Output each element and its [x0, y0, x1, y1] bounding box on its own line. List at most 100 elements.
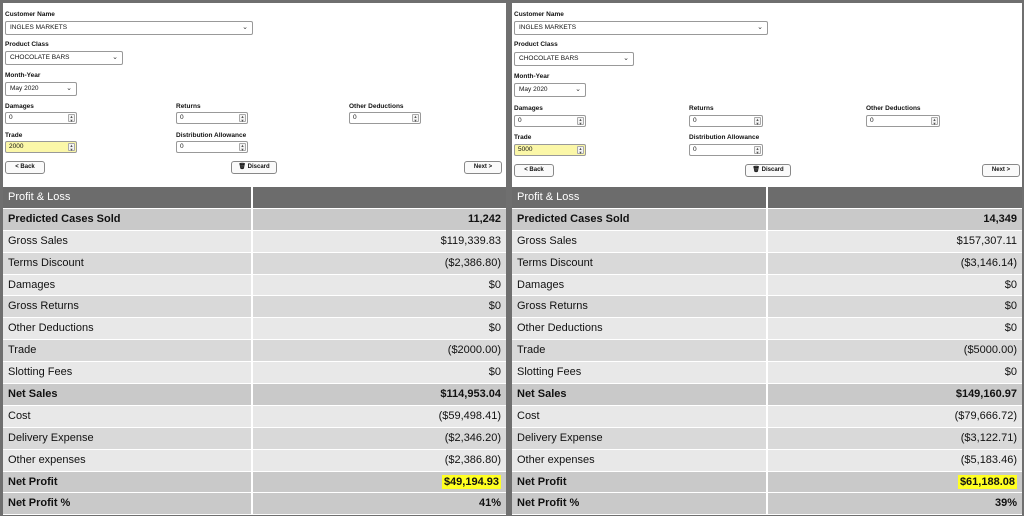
back-button[interactable]: < Back [5, 161, 45, 174]
product-class-label: Product Class [514, 41, 558, 48]
table-header-blank [253, 187, 506, 208]
back-button[interactable]: < Back [514, 164, 554, 177]
table-row: Slotting Fees $0 [3, 362, 506, 385]
product-class-value: CHOCOLATE BARS [10, 54, 70, 61]
distribution-allowance-input[interactable]: 0 ▲ ▼ [689, 144, 763, 156]
row-label: Predicted Cases Sold [512, 208, 768, 230]
row-label: Gross Sales [512, 230, 768, 252]
distribution-allowance-label: Distribution Allowance [176, 132, 247, 139]
row-value: $0 [1004, 300, 1017, 313]
table-header-blank [768, 187, 1022, 208]
customer-name-value: INGLES MARKETS [10, 24, 68, 31]
row-label: Gross Returns [3, 296, 253, 318]
other-deductions-label: Other Deductions [349, 103, 404, 110]
row-label: Net Sales [3, 384, 253, 405]
month-year-label: Month-Year [5, 72, 41, 79]
table-row: Delivery Expense ($2,346.20) [3, 427, 506, 450]
trade-label: Trade [514, 134, 532, 141]
table-row: Slotting Fees $0 [512, 362, 1022, 385]
stepper-icon[interactable]: ▲ ▼ [239, 143, 246, 151]
table-row: Gross Returns $0 [3, 296, 506, 319]
product-class-select[interactable]: CHOCOLATE BARS ⌄ [5, 51, 123, 65]
month-year-select[interactable]: May 2020 ⌄ [514, 83, 586, 97]
table-row: Cost ($79,666.72) [512, 405, 1022, 428]
table-header: Profit & Loss [3, 187, 506, 209]
other-deductions-input[interactable]: 0 ▲ ▼ [349, 112, 421, 124]
scenario-form: Customer Name INGLES MARKETS ⌄ Product C… [3, 3, 506, 184]
returns-value: 0 [693, 117, 697, 124]
row-value: $119,339.83 [440, 234, 501, 247]
row-label: Damages [3, 274, 253, 296]
row-value: $0 [488, 278, 501, 291]
stepper-icon[interactable]: ▲ ▼ [239, 114, 246, 122]
distribution-allowance-value: 0 [693, 146, 697, 153]
stepper-icon[interactable]: ▲ ▼ [68, 143, 75, 151]
chevron-down-icon: ⌄ [242, 24, 248, 31]
stepper-icon[interactable]: ▲ ▼ [577, 146, 584, 154]
discard-button[interactable]: 🗑 Discard [231, 161, 277, 174]
row-label: Terms Discount [512, 252, 768, 274]
month-year-value: May 2020 [519, 86, 548, 93]
row-value: $0 [1004, 366, 1017, 379]
trade-input[interactable]: 5000 ▲ ▼ [514, 144, 586, 156]
row-label: Other expenses [3, 449, 253, 471]
trade-value: 5000 [518, 146, 533, 153]
returns-value: 0 [180, 114, 184, 121]
product-class-select[interactable]: CHOCOLATE BARS ⌄ [514, 52, 634, 66]
discard-label: Discard [247, 164, 270, 170]
stepper-icon[interactable]: ▲ ▼ [754, 117, 761, 125]
row-value: $0 [488, 300, 501, 313]
row-label: Damages [512, 274, 768, 296]
stepper-icon[interactable]: ▲ ▼ [577, 117, 584, 125]
next-button[interactable]: Next > [982, 164, 1020, 177]
row-value: $0 [488, 322, 501, 335]
row-label: Trade [3, 340, 253, 362]
row-value: 14,349 [983, 212, 1017, 225]
row-label: Cost [3, 405, 253, 427]
row-value: $149,160.97 [955, 388, 1017, 401]
month-year-select[interactable]: May 2020 ⌄ [5, 82, 77, 96]
trade-input[interactable]: 2000 ▲ ▼ [5, 141, 77, 153]
damages-label: Damages [5, 103, 34, 110]
stepper-icon[interactable]: ▲ ▼ [68, 114, 75, 122]
row-label: Delivery Expense [512, 427, 768, 449]
row-value: $157,307.11 [956, 234, 1017, 247]
other-deductions-input[interactable]: 0 ▲ ▼ [866, 115, 940, 127]
table-row: Other Deductions $0 [3, 318, 506, 341]
table-row: Terms Discount ($2,386.80) [3, 252, 506, 275]
table-row: Net Profit $61,188.08 [512, 471, 1022, 494]
row-label: Net Profit % [512, 493, 768, 515]
chevron-down-icon: ⌄ [66, 85, 72, 92]
damages-label: Damages [514, 105, 543, 112]
stepper-icon[interactable]: ▲ ▼ [754, 146, 761, 154]
row-value: $114,953.04 [440, 388, 501, 401]
row-label: Predicted Cases Sold [3, 208, 253, 230]
net-profit-highlight: $49,194.93 [441, 474, 501, 489]
row-label: Other Deductions [3, 318, 253, 340]
table-row: Damages $0 [512, 274, 1022, 297]
table-row: Net Profit % 39% [512, 493, 1022, 516]
row-value: ($2,386.80) [444, 256, 501, 269]
stepper-icon[interactable]: ▲ ▼ [412, 114, 419, 122]
distribution-allowance-input[interactable]: 0 ▲ ▼ [176, 141, 248, 153]
row-value: $0 [1004, 278, 1017, 291]
customer-name-select[interactable]: INGLES MARKETS ⌄ [514, 21, 768, 35]
trade-value: 2000 [9, 143, 24, 150]
row-label: Net Profit [512, 471, 768, 493]
month-year-value: May 2020 [10, 85, 39, 92]
table-row: Predicted Cases Sold 14,349 [512, 208, 1022, 231]
table-row: Trade ($2000.00) [3, 340, 506, 363]
discard-button[interactable]: 🗑 Discard [745, 164, 791, 177]
returns-input[interactable]: 0 ▲ ▼ [689, 115, 763, 127]
returns-input[interactable]: 0 ▲ ▼ [176, 112, 248, 124]
stepper-icon[interactable]: ▲ ▼ [931, 117, 938, 125]
damages-input[interactable]: 0 ▲ ▼ [5, 112, 77, 124]
damages-input[interactable]: 0 ▲ ▼ [514, 115, 586, 127]
row-label: Delivery Expense [3, 427, 253, 449]
row-value: 39% [994, 497, 1017, 510]
table-row: Other expenses ($2,386.80) [3, 449, 506, 472]
returns-label: Returns [176, 103, 201, 110]
other-deductions-value: 0 [353, 114, 357, 121]
customer-name-select[interactable]: INGLES MARKETS ⌄ [5, 21, 253, 35]
next-button[interactable]: Next > [464, 161, 502, 174]
